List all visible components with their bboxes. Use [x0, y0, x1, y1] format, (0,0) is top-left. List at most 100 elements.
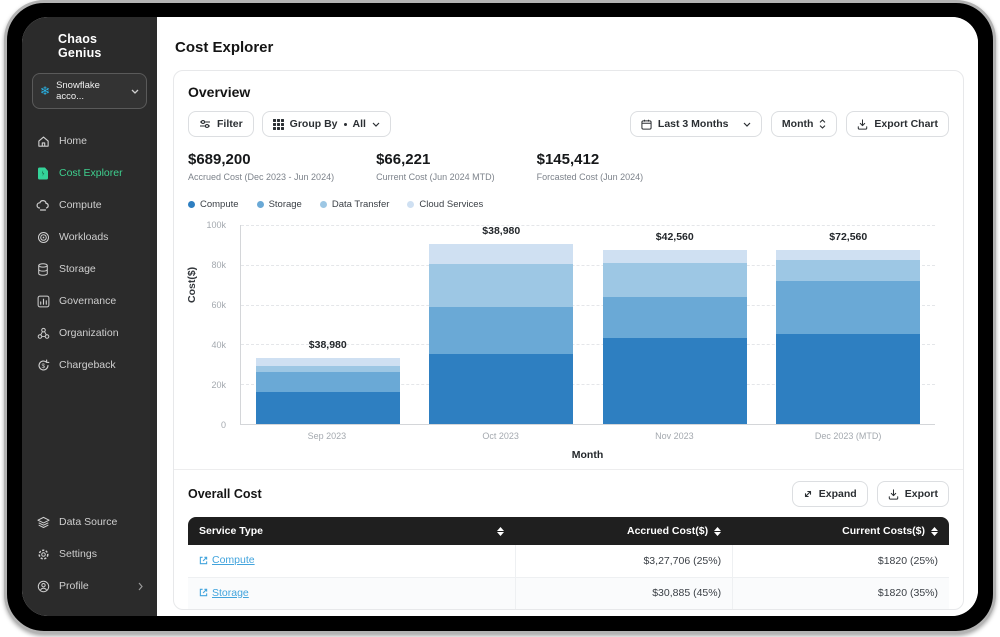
- bar-segment-compute[interactable]: [776, 334, 921, 424]
- stacked-bar-sep-2023[interactable]: [255, 358, 400, 424]
- bar-segment-cloud-services[interactable]: [255, 358, 400, 366]
- stacked-bar-dec-2023-mtd-[interactable]: [776, 250, 921, 424]
- stacked-bar-oct-2023[interactable]: [429, 244, 574, 424]
- stat-value: $66,221: [376, 151, 431, 168]
- export-chart-button[interactable]: Export Chart: [846, 111, 949, 137]
- cell-service-type: Storage: [188, 577, 516, 609]
- cost-explorer-icon: [36, 166, 50, 180]
- service-label: Storage: [212, 586, 249, 599]
- legend-item-compute[interactable]: Compute: [188, 199, 239, 210]
- sidebar-item-governance[interactable]: Governance: [32, 285, 147, 317]
- stat-label: Current Cost (Jun 2024 MTD): [376, 172, 495, 182]
- export-icon: [857, 118, 868, 130]
- sidebar-item-label: Chargeback: [59, 359, 116, 371]
- bar-segment-data-transfer[interactable]: [776, 260, 921, 281]
- bar-total-label: $38,980: [482, 225, 521, 237]
- export-table-button[interactable]: Export: [876, 481, 949, 507]
- sidebar-item-label: Settings: [59, 548, 97, 560]
- svg-text:$: $: [41, 362, 45, 369]
- bar-segment-cloud-services[interactable]: [776, 250, 921, 260]
- organization-icon: [36, 326, 50, 340]
- bar-segment-storage[interactable]: [776, 281, 921, 334]
- stacked-bar-nov-2023[interactable]: [602, 250, 747, 424]
- bar-segment-data-transfer[interactable]: [429, 264, 574, 307]
- grid-icon: [272, 118, 284, 130]
- account-selector[interactable]: ❄ Snowflake acco...: [32, 73, 147, 109]
- layers-icon: [36, 515, 50, 529]
- sidebar-item-workloads[interactable]: Workloads: [32, 221, 147, 253]
- sidebar-item-label: Cost Explorer: [59, 167, 123, 179]
- bar-segment-data-transfer[interactable]: [602, 263, 747, 297]
- bar-segment-compute[interactable]: [602, 338, 747, 424]
- service-link-storage[interactable]: Storage: [199, 587, 249, 599]
- group-by-button[interactable]: Group By All: [261, 111, 391, 137]
- calendar-icon: [641, 119, 652, 130]
- table-header: Service Type Accrued Cost($) Current Cos…: [188, 517, 949, 545]
- legend-dot-icon: [188, 201, 195, 208]
- main-content: Cost Explorer Overview Filter Group By A…: [157, 17, 978, 616]
- sidebar-item-label: Profile: [59, 580, 89, 592]
- sidebar-item-data-source[interactable]: Data Source: [32, 506, 147, 538]
- sidebar-item-home[interactable]: Home: [32, 125, 147, 157]
- sidebar-item-chargeback[interactable]: $ Chargeback: [32, 349, 147, 381]
- bar-segment-storage[interactable]: [429, 307, 574, 354]
- legend-label: Data Transfer: [331, 199, 390, 210]
- sidebar-item-compute[interactable]: Compute: [32, 189, 147, 221]
- sort-icon[interactable]: [714, 526, 722, 536]
- toolbar-right-group: Last 3 Months Month Export Chart: [629, 111, 949, 137]
- sidebar-item-settings[interactable]: Settings: [32, 538, 147, 570]
- bar-group: $38,980: [415, 225, 589, 424]
- chevron-down-icon: [131, 89, 139, 94]
- external-link-icon: [199, 556, 208, 564]
- sort-icon[interactable]: [931, 526, 938, 536]
- stat-label: Accrued Cost (Dec 2023 - Jun 2024): [188, 172, 335, 182]
- sidebar-item-organization[interactable]: Organization: [32, 317, 147, 349]
- column-label: Current Costs($): [842, 525, 925, 537]
- sidebar-item-label: Compute: [59, 199, 102, 211]
- cell-current-costs: $1820 (25%): [732, 545, 949, 578]
- column-accrued-cost[interactable]: Accrued Cost($): [515, 517, 733, 545]
- column-service-type[interactable]: Service Type: [188, 517, 516, 545]
- stat-accrued-cost: $689,200 Accrued Cost (Dec 2023 - Jun 20…: [188, 151, 334, 182]
- overall-cost-title: Overall Cost: [188, 487, 262, 501]
- bar-group: $72,560: [762, 225, 936, 424]
- filter-label: Filter: [217, 118, 243, 130]
- legend-item-storage[interactable]: Storage: [256, 199, 302, 210]
- date-range-dropdown[interactable]: Last 3 Months: [629, 111, 762, 137]
- table-body: Compute $3,27,706 (25%) $1820 (25%) Storage…: [188, 545, 949, 609]
- table-row: Storage $30,885 (45%) $1820 (35%): [188, 577, 949, 609]
- bar-group: $42,560: [588, 225, 762, 424]
- granularity-select[interactable]: Month: [770, 111, 838, 137]
- legend-item-cloud-services[interactable]: Cloud Services: [407, 199, 483, 210]
- expand-button[interactable]: Expand: [791, 481, 868, 507]
- bar-segment-compute[interactable]: [255, 392, 400, 424]
- x-tick-label: Oct 2023: [482, 431, 519, 441]
- overall-cost-table: Service Type Accrued Cost($) Current Cos…: [188, 517, 949, 609]
- sidebar-item-label: Data Source: [59, 516, 118, 528]
- section-divider: [174, 469, 963, 470]
- sidebar-item-label: Workloads: [59, 231, 109, 243]
- sort-icon[interactable]: [497, 526, 505, 536]
- export-icon: [888, 488, 899, 500]
- y-tick-label: 60k: [211, 300, 226, 310]
- sidebar-item-cost-explorer[interactable]: Cost Explorer: [32, 157, 147, 189]
- sidebar-item-storage[interactable]: Storage: [32, 253, 147, 285]
- legend-label: Compute: [200, 199, 239, 210]
- sidebar-nav: Home Cost Explorer Compute Workloads Sto…: [32, 125, 147, 381]
- legend-item-data-transfer[interactable]: Data Transfer: [319, 199, 390, 210]
- expand-label: Expand: [818, 488, 857, 500]
- sidebar-item-profile[interactable]: Profile: [32, 570, 147, 602]
- bar-segment-storage[interactable]: [602, 297, 747, 338]
- group-by-label: Group By: [289, 118, 338, 130]
- filter-sliders-icon: [199, 119, 211, 129]
- column-current-costs[interactable]: Current Costs($): [732, 517, 949, 545]
- bar-segment-cloud-services[interactable]: [602, 250, 747, 263]
- bar-segment-storage[interactable]: [255, 372, 400, 392]
- bar-segment-cloud-services[interactable]: [429, 244, 574, 264]
- service-link-compute[interactable]: Compute: [199, 554, 255, 566]
- sidebar-item-label: Storage: [59, 263, 96, 275]
- bar-segment-compute[interactable]: [429, 354, 574, 424]
- filter-button[interactable]: Filter: [188, 111, 254, 137]
- overall-cost-header: Overall Cost Expand Export: [188, 481, 949, 507]
- column-label: Accrued Cost($): [627, 525, 709, 537]
